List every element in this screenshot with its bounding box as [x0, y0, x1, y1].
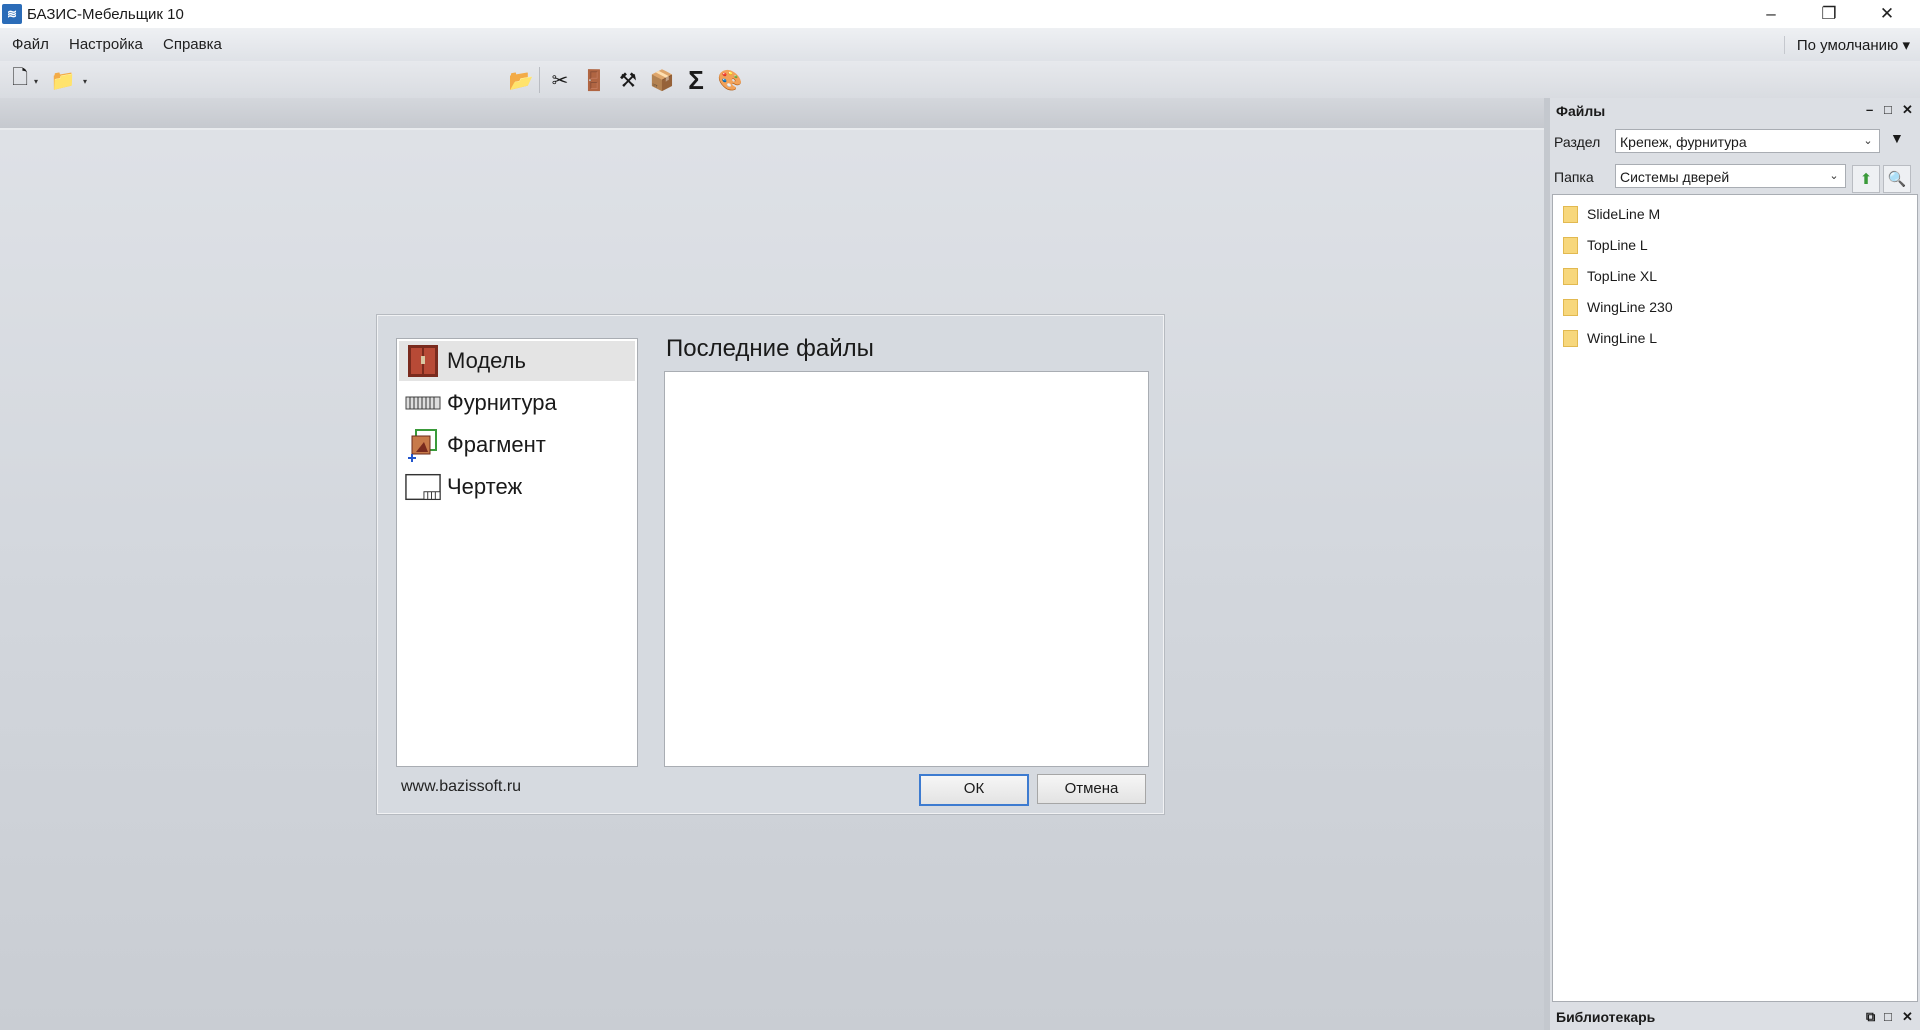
folder-name: WingLine 230: [1587, 299, 1673, 315]
files-panel: Файлы – □ ✕ Раздел Крепеж, фурнитура ⌄ ▼…: [1550, 98, 1920, 1030]
search-icon[interactable]: 🔍: [1883, 165, 1911, 193]
app-icon: ≋: [2, 4, 22, 24]
section-select-value: Крепеж, фурнитура: [1620, 134, 1747, 150]
doc-type-label: Чертеж: [447, 474, 523, 499]
hardware-icon: [405, 385, 441, 421]
doc-type-fragment[interactable]: Фрагмент: [399, 425, 635, 465]
render-icon[interactable]: 🎨: [717, 67, 743, 93]
cutting-icon[interactable]: ✂: [547, 67, 573, 93]
folder-name: WingLine L: [1587, 330, 1658, 346]
folder-list[interactable]: SlideLine M TopLine L TopLine XL WingLin…: [1552, 194, 1918, 1002]
panel-minimize-icon[interactable]: –: [1866, 102, 1873, 117]
fragment-icon: [405, 427, 441, 463]
open-project-icon[interactable]: 📂: [508, 67, 534, 93]
folder-name: SlideLine M: [1587, 206, 1661, 222]
list-item[interactable]: SlideLine M: [1563, 202, 1660, 226]
panel-close-icon[interactable]: ✕: [1902, 102, 1913, 118]
panel-float-icon[interactable]: ⧉: [1866, 1009, 1875, 1025]
toolbar: 🗋 ▾ 📁 ▾ 📂 ✂ 🚪 ⚒ 📦 Σ 🎨: [0, 61, 1920, 98]
list-item[interactable]: WingLine L: [1563, 326, 1657, 350]
doc-type-label: Фрагмент: [447, 432, 546, 457]
new-file-dropdown-icon[interactable]: ▾: [34, 77, 38, 86]
folder-label: Папка: [1554, 169, 1594, 185]
doc-type-hardware[interactable]: Фурнитура: [399, 383, 635, 423]
panel-maximize-icon[interactable]: □: [1884, 1009, 1892, 1024]
drawing-icon: [405, 469, 441, 505]
new-file-icon[interactable]: 🗋: [7, 67, 33, 93]
document-type-list[interactable]: Модель Фурнитура Фрагмент Чертеж: [396, 338, 638, 767]
folder-name: TopLine XL: [1587, 268, 1658, 284]
panel-maximize-icon[interactable]: □: [1884, 102, 1892, 117]
chevron-down-icon[interactable]: ⌄: [1857, 130, 1879, 152]
doc-type-label: Модель: [447, 348, 526, 373]
restore-button[interactable]: ❐: [1801, 0, 1857, 28]
box-icon[interactable]: 📦: [649, 67, 675, 93]
folder-icon: [1563, 329, 1578, 347]
model-icon: [405, 343, 441, 379]
folder-up-icon[interactable]: ⬆: [1852, 165, 1880, 193]
menu-help[interactable]: Справка: [163, 36, 222, 53]
filter-icon[interactable]: ▼: [1890, 130, 1904, 146]
section-label: Раздел: [1554, 134, 1601, 150]
sum-icon[interactable]: Σ: [683, 65, 709, 95]
folder-icon: [1563, 267, 1578, 285]
minimize-button[interactable]: –: [1743, 0, 1799, 28]
workspace-tab-strip: [0, 98, 1544, 130]
stamp-icon[interactable]: ⚒: [615, 67, 641, 93]
open-file-dropdown-icon[interactable]: ▾: [83, 77, 87, 86]
title-bar: ≋ БАЗИС-Мебельщик 10 – ❐ ✕: [0, 0, 1920, 28]
folder-icon: [1563, 298, 1578, 316]
librarian-panel-header: Библиотекарь ⧉ □ ✕: [1550, 1003, 1920, 1030]
list-item[interactable]: WingLine 230: [1563, 295, 1673, 319]
menu-settings[interactable]: Настройка: [69, 36, 143, 53]
list-item[interactable]: TopLine XL: [1563, 264, 1657, 288]
close-button[interactable]: ✕: [1859, 0, 1915, 28]
folder-name: TopLine L: [1587, 237, 1648, 253]
chevron-down-icon[interactable]: ⌄: [1823, 165, 1845, 187]
list-item[interactable]: TopLine L: [1563, 233, 1648, 257]
folder-select-value: Системы дверей: [1620, 169, 1730, 185]
start-dialog: Модель Фурнитура Фрагмент Чертеж Последн…: [377, 315, 1164, 814]
menu-file[interactable]: Файл: [12, 36, 49, 53]
files-panel-header: Файлы – □ ✕: [1550, 100, 1920, 120]
menu-bar: Файл Настройка Справка По умолчанию ▾: [0, 28, 1920, 62]
section-select[interactable]: Крепеж, фурнитура ⌄: [1615, 129, 1880, 153]
window-title: БАЗИС-Мебельщик 10: [27, 6, 184, 23]
panel-close-icon[interactable]: ✕: [1902, 1009, 1913, 1025]
files-panel-title: Файлы: [1556, 103, 1606, 119]
librarian-panel-title: Библиотекарь: [1556, 1009, 1656, 1025]
doc-type-model[interactable]: Модель: [399, 341, 635, 381]
ok-button[interactable]: ОК: [919, 774, 1029, 806]
website-link[interactable]: www.bazissoft.ru: [401, 778, 521, 796]
doc-type-label: Фурнитура: [447, 390, 557, 415]
profile-dropdown[interactable]: По умолчанию ▾: [1783, 36, 1910, 54]
cancel-button[interactable]: Отмена: [1037, 774, 1146, 804]
toolbar-separator: [539, 67, 540, 93]
recent-files-list[interactable]: [664, 371, 1149, 767]
folder-select[interactable]: Системы дверей ⌄: [1615, 164, 1846, 188]
doc-type-drawing[interactable]: Чертеж: [399, 467, 635, 507]
open-file-icon[interactable]: 📁: [50, 67, 76, 93]
folder-icon: [1563, 236, 1578, 254]
folder-icon: [1563, 205, 1578, 223]
recent-files-heading: Последние файлы: [666, 335, 874, 362]
cabinet-icon[interactable]: 🚪: [581, 67, 607, 93]
